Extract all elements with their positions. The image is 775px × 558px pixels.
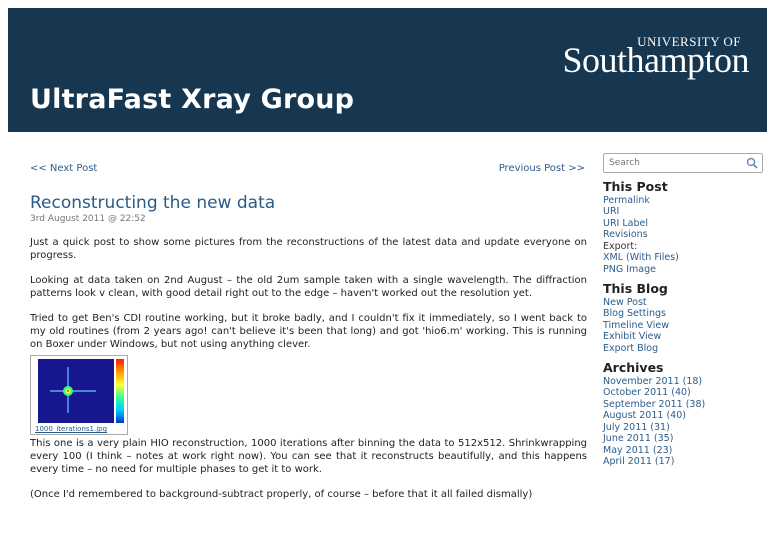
- site-header: UltraFast Xray Group UNIVERSITY OF South…: [8, 8, 767, 132]
- university-logo[interactable]: UNIVERSITY OF Southampton: [562, 34, 749, 78]
- new-post-link[interactable]: New Post: [603, 297, 763, 309]
- next-post-link[interactable]: << Next Post: [30, 162, 97, 175]
- search-input[interactable]: [604, 154, 734, 172]
- this-blog-heading: This Blog: [603, 281, 668, 296]
- this-post-heading: This Post: [603, 179, 668, 194]
- sidebar: This Post Permalink URI URI Label Revisi…: [603, 153, 763, 468]
- post-date: 3rd August 2011 @ 22:52: [30, 214, 146, 224]
- export-label: Export:: [603, 240, 638, 252]
- colorbar: [116, 359, 124, 423]
- export-png-link[interactable]: PNG Image: [603, 264, 763, 276]
- export-blog-link[interactable]: Export Blog: [603, 343, 763, 355]
- permalink-link[interactable]: Permalink: [603, 195, 763, 207]
- uri-label-link[interactable]: URI Label: [603, 218, 763, 230]
- archive-link[interactable]: September 2011 (38): [603, 399, 763, 411]
- uri-link[interactable]: URI: [603, 206, 763, 218]
- reconstruction-plot-icon: [38, 359, 114, 423]
- search-icon[interactable]: [746, 157, 758, 169]
- export-xml-link[interactable]: XML (With Files): [603, 252, 763, 264]
- this-blog-links: New Post Blog Settings Timeline View Exh…: [603, 297, 763, 355]
- archive-link[interactable]: November 2011 (18): [603, 376, 763, 388]
- timeline-view-link[interactable]: Timeline View: [603, 320, 763, 332]
- post-body: Just a quick post to show some pictures …: [30, 236, 587, 501]
- archive-link[interactable]: July 2011 (31): [603, 422, 763, 434]
- archive-link[interactable]: May 2011 (23): [603, 445, 763, 457]
- blog-settings-link[interactable]: Blog Settings: [603, 308, 763, 320]
- previous-post-link[interactable]: Previous Post >>: [499, 162, 585, 175]
- logo-university-of: UNIVERSITY OF: [637, 34, 741, 49]
- post-title: Reconstructing the new data: [30, 193, 276, 213]
- archive-link[interactable]: April 2011 (17): [603, 456, 763, 468]
- archives-links: November 2011 (18) October 2011 (40) Sep…: [603, 376, 763, 468]
- archive-link[interactable]: August 2011 (40): [603, 410, 763, 422]
- post-content: << Next Post Previous Post >> Reconstruc…: [30, 158, 587, 501]
- this-post-links: Permalink URI URI Label Revisions Export…: [603, 195, 763, 276]
- post-paragraph: Just a quick post to show some pictures …: [30, 237, 587, 261]
- revisions-link[interactable]: Revisions: [603, 229, 763, 241]
- post-navigation: << Next Post Previous Post >>: [30, 158, 587, 174]
- exhibit-view-link[interactable]: Exhibit View: [603, 331, 763, 343]
- post-paragraph: Looking at data taken on 2nd August – th…: [30, 275, 587, 299]
- site-title[interactable]: UltraFast Xray Group: [30, 84, 354, 115]
- search-box: [603, 153, 763, 173]
- archive-link[interactable]: October 2011 (40): [603, 387, 763, 399]
- post-paragraph: (Once I'd remembered to background-subtr…: [30, 489, 533, 500]
- reconstruction-thumbnail[interactable]: 1000_iterations1.jpg: [30, 355, 128, 435]
- reconstruction-image[interactable]: [38, 359, 114, 423]
- archives-heading: Archives: [603, 360, 664, 375]
- archive-link[interactable]: June 2011 (35): [603, 433, 763, 445]
- post-paragraph: This one is a very plain HIO reconstruct…: [30, 438, 587, 475]
- figure-caption-link[interactable]: 1000_iterations1.jpg: [35, 423, 107, 436]
- post-paragraph: Tried to get Ben's CDI routine working, …: [30, 313, 587, 350]
